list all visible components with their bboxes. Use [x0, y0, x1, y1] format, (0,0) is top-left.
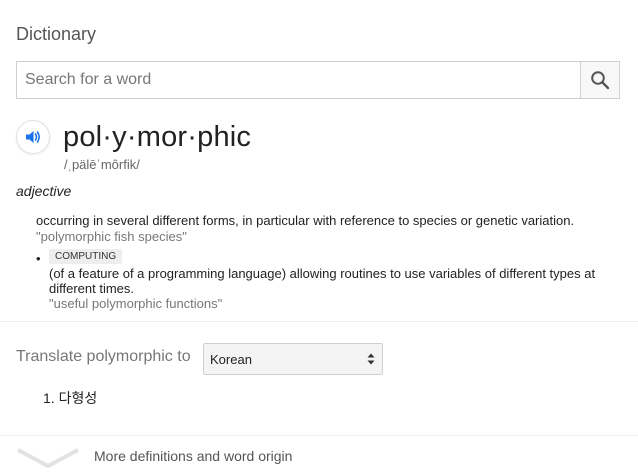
sense-2-example: "useful polymorphic functions" — [49, 296, 223, 311]
more-definitions-label: More definitions and word origin — [94, 448, 293, 464]
more-definitions-button[interactable]: More definitions and word origin — [0, 440, 638, 476]
sense-1-example: "polymorphic fish species" — [36, 229, 187, 244]
sense-1-definition: occurring in several different forms, in… — [36, 213, 575, 228]
selected-language: Korean — [210, 351, 252, 367]
translation-text: 다형성 — [58, 390, 98, 406]
page-title: Dictionary — [16, 24, 97, 44]
pronunciation-button[interactable] — [16, 120, 50, 154]
speaker-icon — [26, 131, 40, 143]
search-input[interactable] — [17, 62, 580, 98]
domain-label: COMPUTING — [49, 249, 123, 264]
chevron-down-icon — [17, 448, 79, 469]
phonetic-transcription: /ˌpälēˈmôrfik/ — [64, 157, 140, 172]
bullet-icon: • — [36, 251, 41, 266]
translate-label: Translate polymorphic to — [16, 348, 191, 365]
select-arrows-icon — [367, 352, 375, 366]
translation-result: 1. 다형성 — [43, 388, 97, 408]
search-bar — [16, 61, 620, 99]
language-select[interactable]: Korean — [203, 343, 383, 375]
search-button[interactable] — [580, 62, 619, 98]
sense-2-definition: (of a feature of a programming language)… — [49, 266, 596, 296]
divider — [0, 321, 638, 322]
divider — [0, 435, 638, 436]
translation-number: 1. — [43, 390, 55, 406]
part-of-speech: adjective — [16, 183, 72, 199]
headword: pol·y·mor·phic — [63, 121, 252, 153]
search-icon — [591, 71, 610, 90]
